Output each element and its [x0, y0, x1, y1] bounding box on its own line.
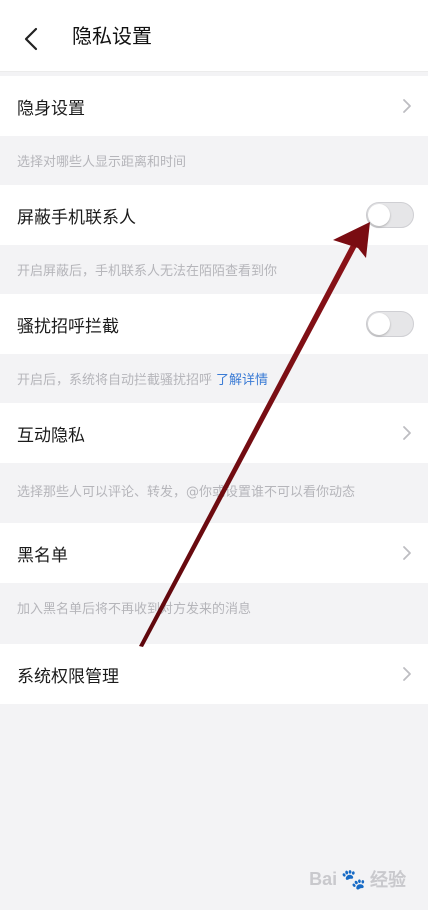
row-label: 互动隐私 [17, 425, 85, 446]
row-label: 黑名单 [17, 545, 68, 566]
row-blacklist[interactable]: 黑名单 [0, 523, 428, 583]
back-button[interactable] [14, 22, 48, 56]
row-system-permissions[interactable]: 系统权限管理 [0, 644, 428, 704]
chevron-right-icon [400, 96, 414, 116]
baidu-watermark: Bai 🐾 经验 [309, 866, 406, 892]
harass-block-toggle[interactable] [366, 311, 414, 337]
block-contacts-toggle[interactable] [366, 202, 414, 228]
hint-interaction: 选择那些人可以评论、转发，@你或设置谁不可以看你动态 [0, 463, 428, 523]
learn-more-link[interactable]: 了解详情 [216, 369, 268, 388]
hint-invisible: 选择对哪些人显示距离和时间 [0, 136, 428, 185]
hint-harass-block: 开启后，系统将自动拦截骚扰招呼 了解详情 [0, 354, 428, 403]
chevron-right-icon [400, 423, 414, 443]
row-harass-block: 骚扰招呼拦截 [0, 294, 428, 354]
row-invisible-settings[interactable]: 隐身设置 [0, 76, 428, 136]
row-label: 隐身设置 [17, 98, 85, 119]
watermark-text-2: 经验 [370, 870, 406, 890]
row-label: 系统权限管理 [17, 666, 119, 687]
page-title: 隐私设置 [72, 24, 152, 48]
row-label: 骚扰招呼拦截 [17, 316, 119, 337]
watermark-text: Bai [309, 868, 338, 889]
chevron-right-icon [400, 664, 414, 684]
chevron-right-icon [400, 543, 414, 563]
back-arrow-icon [24, 27, 38, 51]
header: 隐私设置 [0, 0, 428, 72]
row-block-contacts: 屏蔽手机联系人 [0, 185, 428, 245]
hint-block-contacts: 开启屏蔽后，手机联系人无法在陌陌查看到你 [0, 245, 428, 294]
baidu-paw-icon: 🐾 [341, 868, 366, 891]
row-interaction-privacy[interactable]: 互动隐私 [0, 403, 428, 463]
hint-text: 开启后，系统将自动拦截骚扰招呼 [17, 373, 213, 388]
toggle-knob [368, 204, 390, 226]
toggle-knob [368, 313, 390, 335]
hint-blacklist: 加入黑名单后将不再收到对方发来的消息 [0, 583, 428, 632]
row-label: 屏蔽手机联系人 [17, 207, 136, 228]
